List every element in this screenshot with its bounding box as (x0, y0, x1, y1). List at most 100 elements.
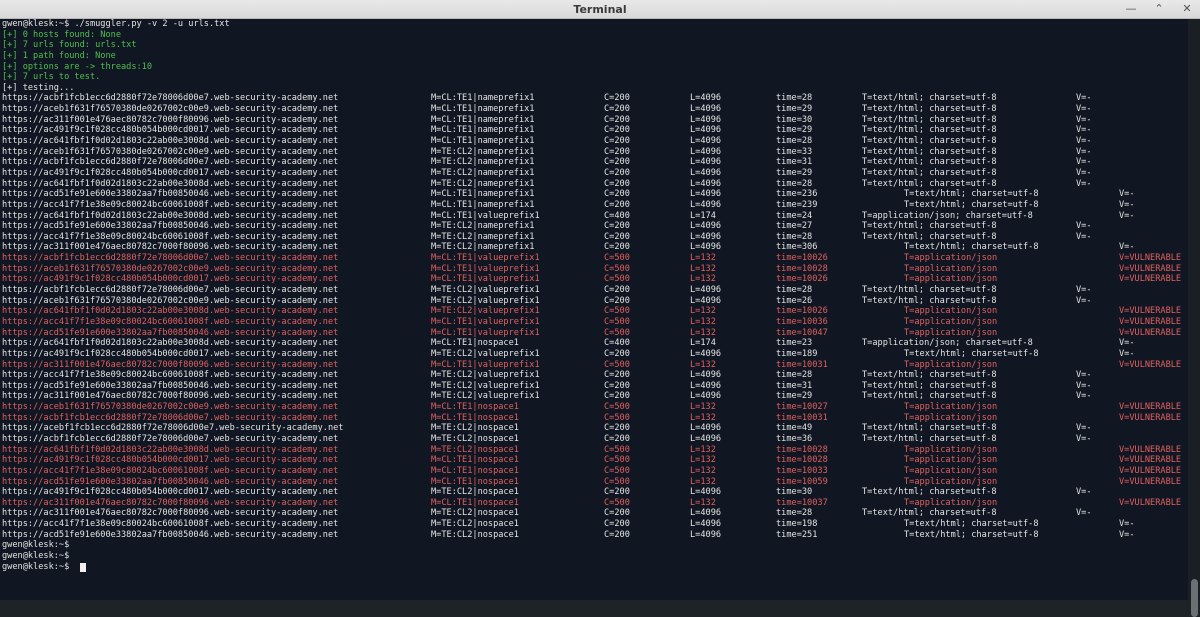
row-length: L=174 (690, 338, 716, 349)
row-time: time=28 (776, 231, 813, 242)
command-line: gwen@klesk:~$ ./smuggler.py -v 2 -u urls… (2, 19, 1188, 30)
row-type: T=application/json (904, 455, 998, 466)
row-length: L=4096 (690, 221, 722, 232)
row-type: T=text/html; charset=utf-8 (904, 242, 1039, 253)
terminal-window: Terminal — ⌃ ✕ gwen@klesk:~$ ./smuggler.… (0, 0, 1200, 617)
result-row-vulnerable: https://ac491f9c1f028cc480b054b000cd0017… (2, 274, 1188, 285)
result-row: https://acd51fe91e600e33802aa7fb00850046… (2, 221, 1188, 232)
row-length: L=4096 (690, 285, 722, 296)
terminal-output[interactable]: gwen@klesk:~$ ./smuggler.py -v 2 -u urls… (0, 19, 1188, 600)
row-verdict: V=- (1076, 295, 1092, 306)
maximize-icon[interactable]: ⌃ (1152, 2, 1166, 16)
row-url: https://ac491f9c1f028cc480b054b000cd0017… (2, 455, 339, 466)
prompt: gwen@klesk:~$ (2, 551, 75, 562)
row-status: C=200 (604, 104, 630, 115)
row-type: T=text/html; charset=utf-8 (862, 125, 997, 136)
row-time: time=10026 (776, 253, 828, 264)
row-method: M=CL:TE1|nameprefix1 (431, 189, 535, 200)
row-length: L=132 (690, 263, 716, 274)
row-length: L=132 (690, 412, 716, 423)
row-length: L=4096 (690, 93, 722, 104)
close-icon[interactable]: ✕ (1180, 2, 1194, 16)
row-status: C=500 (604, 412, 630, 423)
row-time: time=28 (776, 178, 813, 189)
row-type: T=application/json (904, 465, 998, 476)
result-row-vulnerable: https://ac311f001e476aec80782c7000f80096… (2, 360, 1188, 371)
row-method: M=CL:TE1|nospace1 (431, 338, 519, 349)
row-time: time=239 (776, 199, 818, 210)
scrollbar-thumb[interactable] (1191, 579, 1198, 617)
row-type: T=text/html; charset=utf-8 (904, 519, 1039, 530)
row-method: M=CL:TE1|nameprefix1 (431, 104, 535, 115)
row-status: C=200 (604, 508, 630, 519)
row-verdict: V=- (1119, 210, 1135, 221)
row-method: M=TE:CL2|nameprefix1 (431, 146, 535, 157)
scrollbar[interactable] (1188, 19, 1200, 617)
row-time: time=31 (776, 380, 813, 391)
row-type: T=application/json (904, 402, 998, 413)
row-type: T=application/json (904, 412, 998, 423)
row-url: https://acc41f7f1e38e09c80024bc60061008f… (2, 231, 339, 242)
row-type: T=application/json (904, 359, 998, 370)
row-type: T=application/json (904, 274, 998, 285)
row-url: https://ac491f9c1f028cc480b054b000cd0017… (2, 348, 339, 359)
row-time: time=251 (776, 529, 818, 540)
row-type: T=text/html; charset=utf-8 (862, 433, 997, 444)
row-type: T=text/html; charset=utf-8 (904, 529, 1039, 540)
result-row: https://acebf1fcb1ecc6d2880f72e78006d00e… (2, 423, 1188, 434)
row-url: https://acbf1fcb1ecc6d2880f72e78006d00e7… (2, 433, 339, 444)
row-length: L=132 (690, 497, 716, 508)
row-method: M=CL:TE1|valueprefix1 (431, 327, 540, 338)
row-method: M=CL:TE1|nameprefix1 (431, 125, 535, 136)
row-type: T=application/json (904, 444, 998, 455)
row-type: T=text/html; charset=utf-8 (862, 295, 997, 306)
row-status: C=500 (604, 444, 630, 455)
row-length: L=4096 (690, 380, 722, 391)
row-status: C=500 (604, 327, 630, 338)
row-verdict: V=- (1076, 221, 1092, 232)
row-verdict: V=VULNERABLE (1119, 263, 1182, 274)
row-length: L=132 (690, 444, 716, 455)
row-status: C=200 (604, 380, 630, 391)
row-length: L=4096 (690, 487, 722, 498)
result-row: https://ac491f9c1f028cc480b054b000cd0017… (2, 487, 1188, 498)
row-type: T=text/html; charset=utf-8 (862, 136, 997, 147)
result-row-vulnerable: https://ac311f001e476aec80782c7000f80096… (2, 498, 1188, 509)
info-text: [+] 0 hosts found: None (2, 29, 121, 40)
row-length: L=4096 (690, 529, 722, 540)
row-status: C=200 (604, 348, 630, 359)
row-status: C=200 (604, 487, 630, 498)
row-method: M=TE:CL2|nospace1 (431, 529, 519, 540)
row-verdict: V=- (1076, 146, 1092, 157)
row-status: C=200 (604, 391, 630, 402)
minimize-icon[interactable]: — (1124, 2, 1138, 16)
row-method: M=TE:CL2|valueprefix1 (431, 306, 540, 317)
row-url: https://ac491f9c1f028cc480b054b000cd0017… (2, 167, 339, 178)
row-url: https://acd51fe91e600e33802aa7fb00850046… (2, 380, 339, 391)
row-length: L=4096 (690, 136, 722, 147)
row-length: L=4096 (690, 104, 722, 115)
row-url: https://ac491f9c1f028cc480b054b000cd0017… (2, 487, 339, 498)
row-url: https://ac311f001e476aec80782c7000f80096… (2, 508, 339, 519)
result-row-vulnerable: https://acc41f7f1e38e09c80024bc60061008f… (2, 317, 1188, 328)
result-row-vulnerable: https://acd51fe91e600e33802aa7fb00850046… (2, 328, 1188, 339)
row-verdict: V=- (1076, 370, 1092, 381)
row-status: C=200 (604, 433, 630, 444)
row-length: L=132 (690, 359, 716, 370)
row-type: T=text/html; charset=utf-8 (904, 348, 1039, 359)
row-time: time=29 (776, 104, 813, 115)
row-type: T=text/html; charset=utf-8 (862, 221, 997, 232)
row-status: C=200 (604, 519, 630, 530)
row-verdict: V=VULNERABLE (1119, 402, 1182, 413)
row-time: time=28 (776, 508, 813, 519)
row-time: time=10028 (776, 263, 828, 274)
row-verdict: V=- (1076, 178, 1092, 189)
row-length: L=4096 (690, 391, 722, 402)
result-row-vulnerable: https://acbf1fcb1ecc6d2880f72e78006d00e7… (2, 253, 1188, 264)
title-bar[interactable]: Terminal — ⌃ ✕ (0, 0, 1200, 19)
row-length: L=4096 (690, 242, 722, 253)
row-time: time=29 (776, 391, 813, 402)
row-time: time=10027 (776, 402, 828, 413)
row-verdict: V=- (1119, 189, 1135, 200)
result-row: https://acd51fe91e600e33802aa7fb00850046… (2, 189, 1188, 200)
